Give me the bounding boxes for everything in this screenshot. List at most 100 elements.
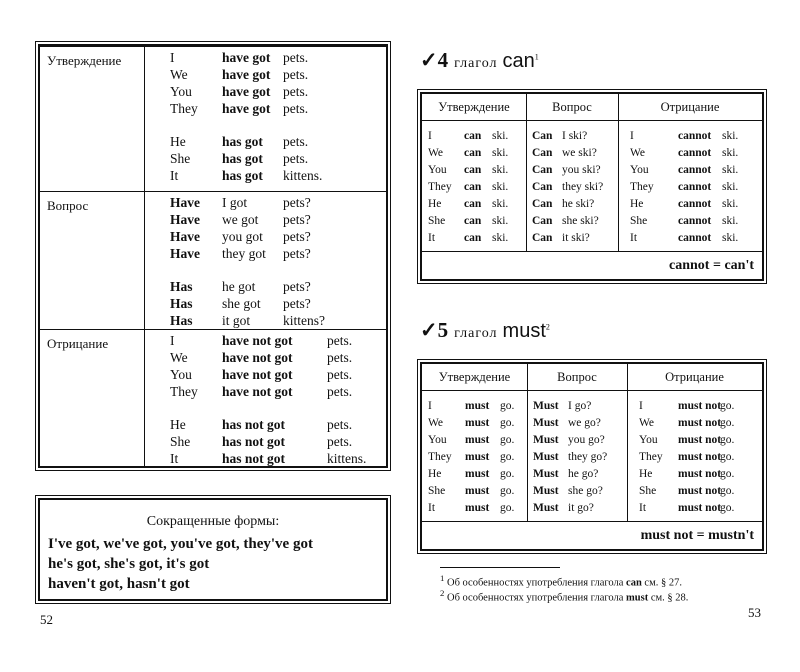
table-cell: kittens. [283,168,323,183]
table-cell: She [170,434,191,449]
table-cell: pets. [327,333,353,348]
cell-verb: must not [678,417,722,429]
cell-verb: can [464,147,482,159]
cell-subject: He [639,468,653,480]
cell-verb: cannot [678,215,712,227]
table-cell: pets. [283,50,309,65]
cell-verb: Must [533,485,559,497]
table-cell: pets? [283,246,311,261]
cell-verb: Can [532,164,553,176]
cell-verb: Can [532,147,553,159]
cell-verb: must not [678,451,722,463]
table-cell: they got [222,246,266,261]
cell-rest: ski. [492,164,509,176]
table-cell: she got [222,296,261,311]
table-cell: It [170,168,179,183]
cell-verb: cannot [678,164,712,176]
cell-verb: must [465,485,490,497]
table-cell: He [170,417,186,432]
section-label: Вопрос [47,198,89,213]
cell-rest: ski. [722,232,739,244]
cell-rest: go. [720,434,735,446]
table-section: Вопрос Have I got pets? Have we got pets? Have y… [40,191,386,330]
table-cell: Have [170,246,200,261]
cell-rest: go. [500,417,515,429]
cell-verb: must [465,434,490,446]
cell-subject: We [630,147,646,159]
cell-rest: she go? [568,485,603,497]
cell-verb: must [465,400,490,412]
table-cell: has not got [222,451,286,466]
table-cell: pets. [283,151,309,166]
cell-verb: cannot [678,147,712,159]
cell-rest: you ski? [562,164,601,176]
table-cell: you got [222,229,263,244]
table-section: Утверждение Ihave got pets. We have got pets.… [40,46,386,192]
cell-verb: Must [533,400,559,412]
cell-verb: must not [678,468,722,480]
cell-subject: They [630,181,654,193]
table-cell: pets. [283,67,309,82]
footer-rule [422,521,762,522]
have-got-table: Утверждение Ihave got pets. We have got pets.… [35,41,391,471]
cell-subject: They [428,181,452,193]
cell-verb: Must [533,417,559,429]
footnote-2: 2 Об особенностях употребления глагола m… [440,588,689,604]
table-cell: Has [170,279,193,294]
cell-rest: it ski? [562,232,590,244]
table-cell: pets. [283,101,309,116]
contraction-note: must not = mustn't [640,528,754,543]
header-affirmative: Утверждение [438,370,511,384]
cell-verb: Must [533,502,559,514]
cell-verb: Must [533,468,559,480]
table-cell: kittens. [327,451,367,466]
cell-rest: go. [720,485,735,497]
cell-verb: cannot [678,232,712,244]
cell-verb: can [464,215,482,227]
cell-subject: You [630,164,649,176]
table-cell: has got [222,168,263,183]
cell-subject: I [639,400,643,412]
table-cell: has not got [222,417,286,432]
table-cell: have got [222,101,271,116]
cell-rest: ski. [492,215,509,227]
can-table: Утверждение Вопрос Отрицание Ican ski. Can I s… [417,89,767,284]
cell-rest: go. [500,451,515,463]
table-cell: They [170,384,198,399]
footnote-ref: 2 [545,322,550,332]
cell-rest: they ski? [562,181,604,193]
heading-word: глагол [454,56,498,71]
cell-rest: go. [720,400,735,412]
table-cell: Have [170,195,200,210]
must-heading: ✓5 глагол must2 [420,318,550,343]
table-cell: have not got [222,350,293,365]
cell-verb: must not [678,400,722,412]
table-cell: pets. [327,417,353,432]
check-mark: ✓4 [420,48,449,72]
cell-verb: must [465,502,490,514]
header-rule [422,390,762,391]
table-cell: have got [222,67,271,82]
cell-rest: we ski? [562,147,597,159]
footnote-1: 1 Об особенностях употребления глагола c… [440,573,682,589]
cell-verb: must [465,468,490,480]
cell-subject: We [428,417,444,429]
header-affirmative: Утверждение [438,100,510,114]
cell-verb: cannot [678,130,712,142]
cell-rest: go. [500,468,515,480]
header-question: Вопрос [557,370,597,384]
cell-rest: ski. [492,147,509,159]
check-mark: ✓5 [420,318,449,342]
table-cell: pets? [283,212,311,227]
header-rule [422,120,762,121]
cell-verb: can [464,181,482,193]
cell-rest: ski. [722,147,739,159]
cell-rest: ski. [492,198,509,210]
cell-subject: I [428,400,432,412]
table-cell: have got [222,50,271,65]
cell-rest: we go? [568,417,601,429]
cell-rest: I ski? [562,130,588,142]
cell-subject: He [428,198,442,210]
cell-rest: he go? [568,468,599,480]
page-number-left: 52 [40,612,53,627]
